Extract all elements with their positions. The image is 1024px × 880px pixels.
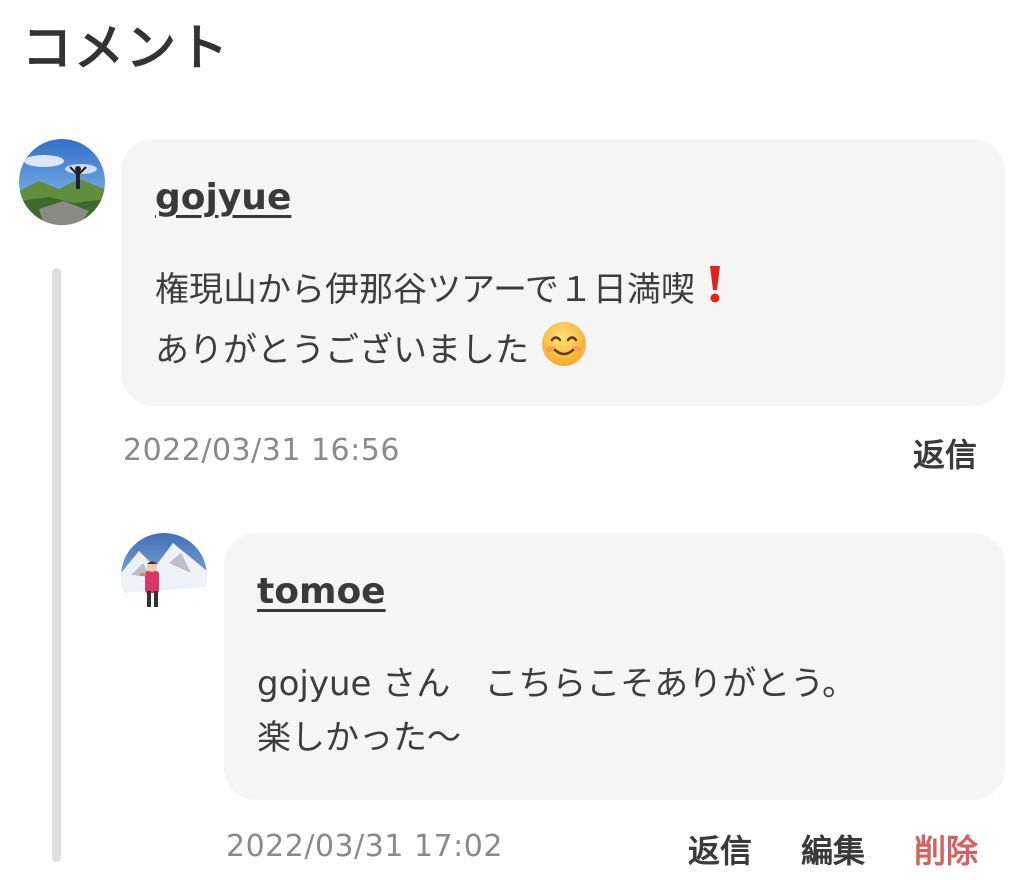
avatar[interactable] [19, 139, 105, 225]
reply-button[interactable]: 返信 [913, 430, 977, 476]
comment-line: ありがとうございました [155, 330, 529, 370]
avatar[interactable] [121, 533, 207, 619]
comment-text: 権現山から伊那谷ツアーで１日満喫 ありがとうございました [155, 263, 724, 384]
comment-line: 権現山から伊那谷ツアーで１日満喫 [155, 270, 695, 310]
section-title: コメント [22, 19, 230, 77]
exclamation-emoji-icon [706, 264, 724, 320]
thread-line [52, 268, 61, 862]
comment-username[interactable]: tomoe [257, 571, 386, 612]
comment-line: 楽しかった〜 [257, 718, 461, 758]
comment-username[interactable]: gojyue [155, 177, 291, 218]
comment-bubble: tomoe gojyue さん こちらこそありがとう。 楽しかった〜 [224, 533, 1005, 800]
edit-button[interactable]: 編集 [801, 826, 865, 872]
comment-timestamp: 2022/03/31 16:56 [123, 433, 400, 468]
delete-button[interactable]: 削除 [914, 826, 978, 872]
smile-emoji-icon [540, 320, 588, 384]
comment-text: gojyue さん こちらこそありがとう。 楽しかった〜 [257, 657, 856, 765]
comment-bubble: gojyue 権現山から伊那谷ツアーで１日満喫 ありがとうございました [121, 139, 1005, 406]
reply-button[interactable]: 返信 [688, 826, 752, 872]
comment-line: gojyue さん こちらこそありがとう。 [257, 664, 857, 704]
comment-timestamp: 2022/03/31 17:02 [226, 829, 503, 864]
